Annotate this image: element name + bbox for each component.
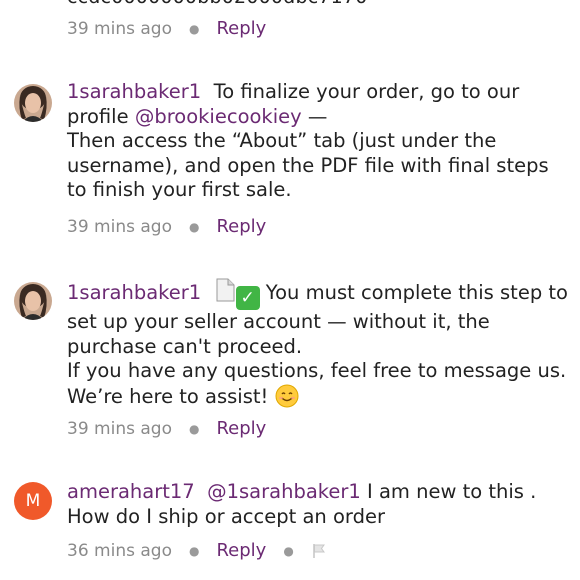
comment-time: 39 mins ago <box>67 418 172 439</box>
comment-text-dash: — <box>307 104 328 128</box>
comment-username[interactable]: 1sarahbaker1 <box>67 281 201 304</box>
comment-time: 39 mins ago <box>67 216 172 237</box>
reply-button[interactable]: Reply <box>216 18 266 39</box>
separator-dot: ● <box>188 21 200 36</box>
comment-body: amerahart17 @1sarahbaker1 I am new to th… <box>67 480 572 529</box>
comment-meta: 39 mins ago ● Reply <box>67 216 266 237</box>
comments-page: ccdc0000000bb02000dbc7170 39 mins ago ● … <box>0 0 580 580</box>
mention-link[interactable]: @1sarahbaker1 <box>207 480 361 503</box>
check-mark-icon: ✓ <box>235 286 260 310</box>
avatar[interactable] <box>14 84 52 122</box>
comment-text-continued: Then access the “About” tab (just under … <box>67 129 549 201</box>
comment-text-continued: If you have any questions, feel free to … <box>67 359 567 408</box>
comment-body: 1sarahbaker1 ✓ You must complete this st… <box>67 278 572 409</box>
smile-emoji-icon <box>275 384 299 407</box>
avatar[interactable]: M <box>14 482 52 520</box>
reply-button[interactable]: Reply <box>216 216 266 237</box>
reply-button[interactable]: Reply <box>216 418 266 439</box>
comment-time: 39 mins ago <box>67 18 172 39</box>
comment-text-continued: How do I ship or accept an order <box>67 504 385 528</box>
avatar-photo-icon <box>14 84 52 122</box>
comment-meta: 39 mins ago ● Reply <box>67 18 266 39</box>
separator-dot: ● <box>188 543 200 558</box>
mention-link[interactable]: @brookiecookiey <box>135 105 302 128</box>
flag-icon[interactable] <box>311 543 327 559</box>
comment-body: 1sarahbaker1 To finalize your order, go … <box>67 80 572 203</box>
comment-time: 36 mins ago <box>67 540 172 561</box>
separator-dot: ● <box>188 219 200 234</box>
comment-username[interactable]: amerahart17 <box>67 480 195 503</box>
page-icon <box>216 278 235 302</box>
avatar-photo-icon <box>14 282 52 320</box>
comment-text-cut: ccdc0000000bb02000dbc7170 <box>67 0 368 8</box>
separator-dot: ● <box>188 421 200 436</box>
avatar[interactable] <box>14 282 52 320</box>
reply-button[interactable]: Reply <box>216 540 266 561</box>
separator-dot: ● <box>283 543 294 558</box>
avatar-letter: M <box>25 491 41 511</box>
comment-meta: 36 mins ago ● Reply ● <box>67 540 327 561</box>
comment-text: I am new to this . <box>367 480 537 503</box>
comment-username[interactable]: 1sarahbaker1 <box>67 80 201 103</box>
comment-meta: 39 mins ago ● Reply <box>67 418 266 439</box>
